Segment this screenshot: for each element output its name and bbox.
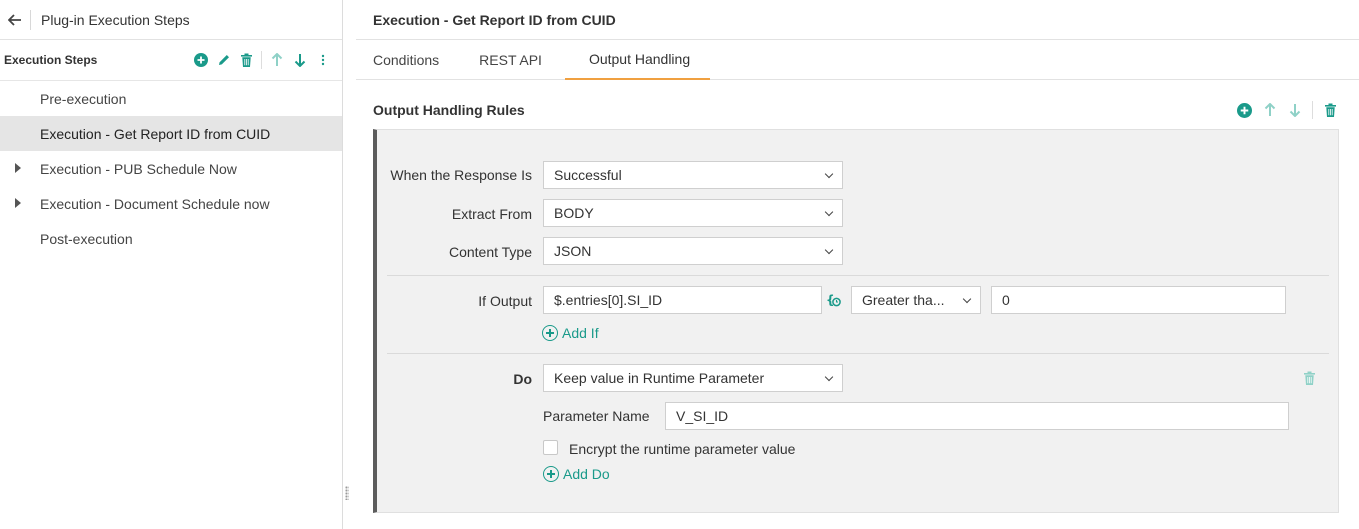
add-if-label: Add If xyxy=(562,325,599,341)
step-pre-execution[interactable]: Pre-execution xyxy=(0,81,342,116)
add-circle-icon xyxy=(542,325,558,341)
output-rule-card: When the Response Is Successful Extract … xyxy=(373,129,1339,513)
main-panel: Execution - Get Report ID from CUID Cond… xyxy=(356,0,1359,529)
divider xyxy=(1312,101,1313,119)
operator-value: Greater tha... xyxy=(862,292,945,308)
chevron-down-icon xyxy=(962,294,972,304)
step-label: Execution - Get Report ID from CUID xyxy=(40,125,271,142)
move-down-icon[interactable] xyxy=(288,50,311,70)
if-output-input[interactable]: $.entries[0].SI_ID xyxy=(543,286,822,314)
response-label: When the Response Is xyxy=(390,167,532,183)
encrypt-label: Encrypt the runtime parameter value xyxy=(569,441,796,457)
response-value: Successful xyxy=(554,167,622,183)
content-type-value: JSON xyxy=(554,243,592,259)
extract-select[interactable]: BODY xyxy=(543,199,843,227)
operator-select[interactable]: Greater tha... xyxy=(851,286,981,314)
delete-icon[interactable] xyxy=(235,50,258,70)
chevron-down-icon xyxy=(824,245,834,255)
move-up-icon[interactable] xyxy=(1257,100,1282,120)
divider xyxy=(387,275,1329,276)
more-options-icon[interactable] xyxy=(311,50,334,70)
expand-caret-icon[interactable] xyxy=(15,163,21,173)
panel-header: Plug-in Execution Steps xyxy=(0,0,342,40)
parameter-name-input[interactable]: V_SI_ID xyxy=(665,402,1289,430)
add-do-label: Add Do xyxy=(563,466,610,482)
splitter-handle[interactable] xyxy=(345,486,349,500)
expand-caret-icon[interactable] xyxy=(15,198,21,208)
tab-rest-api[interactable]: REST API xyxy=(462,40,559,80)
chevron-down-icon xyxy=(824,169,834,179)
steps-header-label: Execution Steps xyxy=(4,53,98,67)
move-down-icon[interactable] xyxy=(1282,100,1307,120)
step-label: Execution - Document Schedule now xyxy=(40,195,270,212)
do-label: Do xyxy=(513,371,532,387)
add-do-link[interactable]: Add Do xyxy=(543,466,610,482)
tab-conditions[interactable]: Conditions xyxy=(356,40,456,80)
delete-action-icon[interactable] xyxy=(1303,371,1317,387)
do-action-select[interactable]: Keep value in Runtime Parameter xyxy=(543,364,843,392)
extract-label: Extract From xyxy=(451,206,532,222)
step-label: Execution - PUB Schedule Now xyxy=(40,160,237,177)
steps-panel: Plug-in Execution Steps Execution Steps xyxy=(0,0,343,529)
step-pub-schedule-now[interactable]: Execution - PUB Schedule Now xyxy=(0,151,342,186)
if-output-label: If Output xyxy=(478,293,532,309)
rules-header: Output Handling Rules xyxy=(356,92,1359,128)
delete-rule-icon[interactable] xyxy=(1318,100,1343,120)
divider xyxy=(30,9,31,30)
content-type-label: Content Type xyxy=(448,244,532,260)
tab-bar: Conditions REST API Output Handling xyxy=(356,40,1359,80)
do-action-value: Keep value in Runtime Parameter xyxy=(554,370,765,386)
divider xyxy=(387,353,1329,354)
add-circle-icon xyxy=(543,466,559,482)
step-post-execution[interactable]: Post-execution xyxy=(0,221,342,256)
add-rule-icon[interactable] xyxy=(1232,100,1257,120)
extract-value: BODY xyxy=(554,205,594,221)
chevron-down-icon xyxy=(824,207,834,217)
response-select[interactable]: Successful xyxy=(543,161,843,189)
variable-picker-icon[interactable]: { xyxy=(826,292,842,308)
back-arrow-icon[interactable] xyxy=(0,0,30,40)
step-label: Post-execution xyxy=(40,230,133,247)
add-if-link[interactable]: Add If xyxy=(542,325,599,341)
steps-tree: Pre-execution Execution - Get Report ID … xyxy=(0,81,342,256)
content-type-select[interactable]: JSON xyxy=(543,237,843,265)
divider xyxy=(261,51,262,69)
step-document-schedule-now[interactable]: Execution - Document Schedule now xyxy=(0,186,342,221)
tab-output-handling[interactable]: Output Handling xyxy=(564,40,711,80)
add-step-icon[interactable] xyxy=(189,50,212,70)
section-title: Output Handling Rules xyxy=(373,102,525,118)
parameter-name-label: Parameter Name xyxy=(543,408,650,424)
step-get-report-id[interactable]: Execution - Get Report ID from CUID xyxy=(0,116,342,151)
steps-toolbar: Execution Steps xyxy=(0,40,342,81)
edit-icon[interactable] xyxy=(212,50,235,70)
step-label: Pre-execution xyxy=(40,90,127,107)
compare-value-input[interactable]: 0 xyxy=(991,286,1286,314)
encrypt-checkbox[interactable] xyxy=(543,440,558,455)
panel-title: Plug-in Execution Steps xyxy=(41,11,190,28)
chevron-down-icon xyxy=(824,372,834,382)
page-title: Execution - Get Report ID from CUID xyxy=(356,0,1359,40)
move-up-icon[interactable] xyxy=(265,50,288,70)
